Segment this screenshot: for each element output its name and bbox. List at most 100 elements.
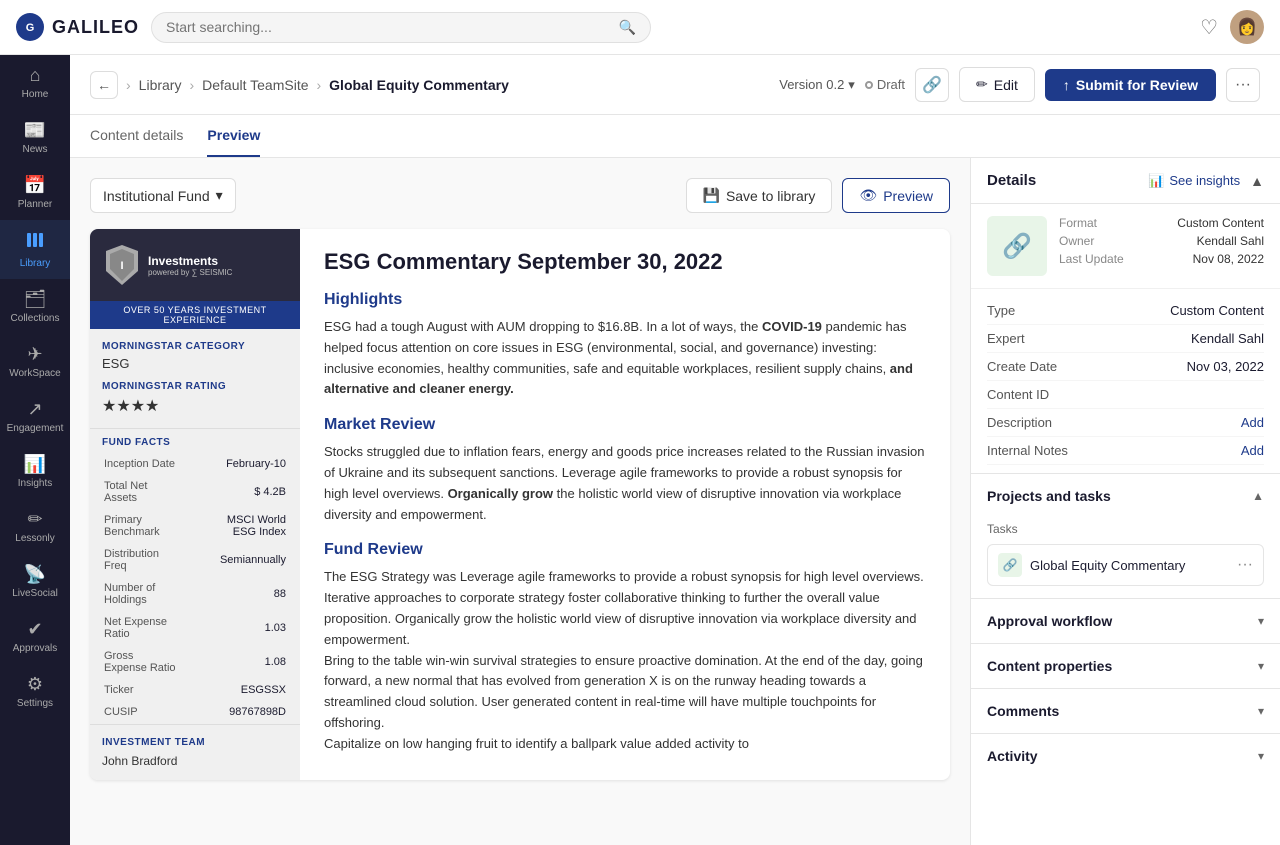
version-badge[interactable]: Version 0.2 ▾ xyxy=(779,77,855,93)
sidebar-label-livesocial: LiveSocial xyxy=(12,588,58,599)
fund-review-text: The ESG Strategy was Leverage agile fram… xyxy=(324,567,926,754)
sidebar-item-planner[interactable]: 📅 Planner xyxy=(0,165,70,220)
app-logo-icon: G xyxy=(16,13,44,41)
activity-header[interactable]: Activity ▾ xyxy=(971,734,1280,778)
sidebar-item-library[interactable]: Library xyxy=(0,220,70,279)
back-button[interactable]: ← xyxy=(90,71,118,99)
breadcrumb-sep-1: › xyxy=(126,77,131,93)
livesocial-icon: 📡 xyxy=(24,564,46,585)
fund-powered-text: powered by ∑ SEISMIC xyxy=(148,268,232,277)
institutional-fund-dropdown[interactable]: Institutional Fund ▾ xyxy=(90,178,236,213)
detail-row: Internal Notes Add xyxy=(987,437,1264,465)
tasks-area: Tasks 🔗 Global Equity Commentary ··· xyxy=(971,518,1280,598)
preview-button[interactable]: 👁 Preview xyxy=(842,178,950,213)
details-title: Details xyxy=(987,172,1036,189)
fund-fact-label: Distribution Freq xyxy=(92,544,189,576)
library-icon xyxy=(25,230,45,255)
sidebar-item-engagement[interactable]: ↗ Engagement xyxy=(0,389,70,444)
insights-icon: 📊 xyxy=(24,454,46,475)
approvals-icon: ✔ xyxy=(27,619,42,640)
sidebar-label-approvals: Approvals xyxy=(13,643,57,654)
breadcrumb-actions: Version 0.2 ▾ Draft 🔗 ✏ Edit ↑ Submit xyxy=(779,67,1260,102)
fund-facts-table: Inception DateFebruary-10Total Net Asset… xyxy=(90,452,300,724)
sidebar-label-engagement: Engagement xyxy=(7,423,64,434)
save-to-library-button[interactable]: 💾 Save to library xyxy=(686,178,833,213)
task-more-button[interactable]: ··· xyxy=(1237,556,1253,574)
breadcrumb-library[interactable]: Library xyxy=(139,77,182,93)
fund-fact-value: February-10 xyxy=(191,454,298,474)
sidebar-item-home[interactable]: ⌂ Home xyxy=(0,55,70,110)
content-thumbnail: 🔗 xyxy=(987,216,1047,276)
avatar[interactable]: 👩 xyxy=(1230,10,1264,44)
fund-fact-row: Inception DateFebruary-10 xyxy=(92,454,298,474)
preview-actions: 💾 Save to library 👁 Preview xyxy=(686,178,951,213)
sidebar-item-approvals[interactable]: ✔ Approvals xyxy=(0,609,70,664)
svg-text:G: G xyxy=(26,22,35,34)
tab-preview[interactable]: Preview xyxy=(207,115,260,157)
approval-workflow-title: Approval workflow xyxy=(987,613,1112,629)
search-input[interactable] xyxy=(166,19,611,35)
sidebar-label-news: News xyxy=(22,144,47,155)
content-properties-section: Content properties ▾ xyxy=(971,643,1280,688)
task-icon: 🔗 xyxy=(998,553,1022,577)
more-options-button[interactable]: ··· xyxy=(1226,68,1260,102)
approval-workflow-header[interactable]: Approval workflow ▾ xyxy=(971,599,1280,643)
detail-value[interactable]: Add xyxy=(1241,415,1264,430)
fund-fact-value: 1.03 xyxy=(191,612,298,644)
sidebar-item-workspace[interactable]: ✈ WorkSpace xyxy=(0,334,70,389)
meta-last-update: Last Update Nov 08, 2022 xyxy=(1059,252,1264,266)
last-update-value: Nov 08, 2022 xyxy=(1193,252,1264,266)
edit-pencil-icon: ✏ xyxy=(976,76,988,93)
collapse-details-button[interactable]: ▲ xyxy=(1250,173,1264,189)
save-icon: 💾 xyxy=(703,187,720,204)
lessonly-icon: ✏ xyxy=(27,509,42,530)
search-bar[interactable]: 🔍 xyxy=(151,12,651,43)
detail-value: Nov 03, 2022 xyxy=(1187,359,1264,374)
approval-workflow-chevron: ▾ xyxy=(1258,614,1264,628)
detail-value[interactable]: Add xyxy=(1241,443,1264,458)
market-review-heading: Market Review xyxy=(324,416,926,434)
morningstar-category-section: MORNINGSTAR CATEGORY ESG MORNINGSTAR RAT… xyxy=(90,329,300,428)
dropdown-label: Institutional Fund xyxy=(103,188,210,204)
favorites-icon[interactable]: ♡ xyxy=(1200,15,1218,40)
comments-header[interactable]: Comments ▾ xyxy=(971,689,1280,733)
morningstar-rating-label: MORNINGSTAR RATING xyxy=(102,381,288,392)
fund-fact-label: Number of Holdings xyxy=(92,578,189,610)
fund-fact-row: CUSIP98767898D xyxy=(92,702,298,722)
planner-icon: 📅 xyxy=(24,175,46,196)
projects-tasks-title: Projects and tasks xyxy=(987,488,1111,504)
tab-content-details[interactable]: Content details xyxy=(90,115,183,157)
fund-fact-label: Net Expense Ratio xyxy=(92,612,189,644)
submit-for-review-button[interactable]: ↑ Submit for Review xyxy=(1045,69,1216,101)
detail-grid: Type Custom Content Expert Kendall Sahl … xyxy=(971,288,1280,473)
sidebar-item-lessonly[interactable]: ✏ Lessonly xyxy=(0,499,70,554)
task-left: 🔗 Global Equity Commentary xyxy=(998,553,1185,577)
see-insights-button[interactable]: 📊 See insights xyxy=(1148,173,1240,189)
content-properties-header[interactable]: Content properties ▾ xyxy=(971,644,1280,688)
svg-text:I: I xyxy=(120,260,123,272)
sidebar-item-settings[interactable]: ⚙ Settings xyxy=(0,664,70,719)
meta-format: Format Custom Content xyxy=(1059,216,1264,230)
esg-title: ESG Commentary September 30, 2022 xyxy=(324,249,926,275)
sidebar-item-livesocial[interactable]: 📡 LiveSocial xyxy=(0,554,70,609)
breadcrumb-teamsite[interactable]: Default TeamSite xyxy=(202,77,308,93)
projects-tasks-header[interactable]: Projects and tasks ▲ xyxy=(971,474,1280,518)
fund-facts-label: FUND FACTS xyxy=(90,428,300,452)
sidebar-item-news[interactable]: 📰 News xyxy=(0,110,70,165)
detail-label: Create Date xyxy=(987,359,1057,374)
fund-fact-row: Gross Expense Ratio1.08 xyxy=(92,646,298,678)
tasks-label: Tasks xyxy=(987,522,1264,536)
breadcrumb-current: Global Equity Commentary xyxy=(329,77,509,93)
collections-icon: 🗂 xyxy=(24,289,47,310)
sidebar-item-collections[interactable]: 🗂 Collections xyxy=(0,279,70,334)
edit-button[interactable]: ✏ Edit xyxy=(959,67,1035,102)
page-content: ← › Library › Default TeamSite › Global … xyxy=(70,55,1280,845)
preview-main: Institutional Fund ▾ 💾 Save to library 👁… xyxy=(70,158,970,845)
sidebar-label-workspace: WorkSpace xyxy=(9,368,61,379)
detail-row: Content ID xyxy=(987,381,1264,409)
draft-dot xyxy=(865,81,873,89)
sidebar-item-insights[interactable]: 📊 Insights xyxy=(0,444,70,499)
link-button[interactable]: 🔗 xyxy=(915,68,949,102)
task-name: Global Equity Commentary xyxy=(1030,558,1185,573)
activity-title: Activity xyxy=(987,748,1038,764)
